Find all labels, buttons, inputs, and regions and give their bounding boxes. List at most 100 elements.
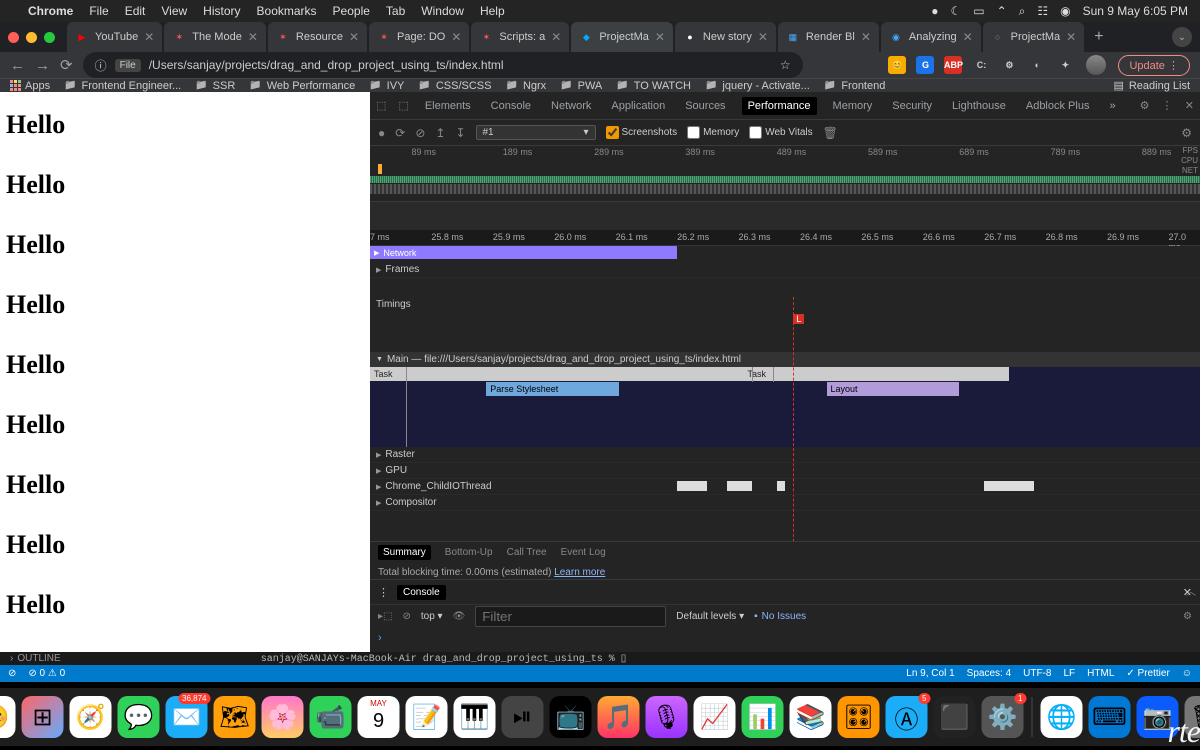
extension-icon[interactable]: ◐	[1028, 56, 1046, 74]
flame-ruler[interactable]: 7 ms25.8 ms25.9 ms26.0 ms26.1 ms26.2 ms2…	[370, 230, 1200, 246]
load-button[interactable]: ↥	[435, 126, 445, 140]
tab-close-icon[interactable]: ✕	[451, 30, 461, 44]
console-filter-input[interactable]	[475, 606, 666, 627]
menu-people[interactable]: People	[333, 4, 370, 18]
timings-track[interactable]: Timings	[370, 296, 1200, 312]
dock-app-icon[interactable]: 📚	[790, 696, 832, 738]
console-settings-icon[interactable]: ⚙	[1183, 611, 1192, 622]
menu-bookmarks[interactable]: Bookmarks	[257, 4, 317, 18]
vscode-outline[interactable]: › OUTLINE	[10, 653, 61, 664]
bookmark-folder[interactable]: TO WATCH	[616, 80, 691, 92]
dock-app-icon[interactable]: Ⓐ5	[886, 696, 928, 738]
overview-timeline[interactable]: 89 ms189 ms289 ms389 ms489 ms589 ms689 m…	[370, 146, 1200, 202]
vscode-spaces[interactable]: Spaces: 4	[967, 668, 1011, 679]
close-window-button[interactable]	[8, 32, 19, 43]
dock-app-icon[interactable]: ⌨	[1089, 696, 1131, 738]
dock-app-icon[interactable]: 💬	[118, 696, 160, 738]
dock-app-icon[interactable]: ⚙️1	[982, 696, 1024, 738]
vscode-terminal[interactable]: sanjay@SANJAYs-MacBook-Air drag_and_drop…	[261, 653, 627, 665]
dock-app-icon[interactable]: 🧭	[70, 696, 112, 738]
menubar-app[interactable]: Chrome	[28, 4, 73, 18]
browser-tab[interactable]: ✶Page: DO✕	[369, 22, 469, 52]
extension-icon[interactable]: 😊	[888, 56, 906, 74]
dock-app-icon[interactable]: 🎙	[646, 696, 688, 738]
back-button[interactable]: ←	[10, 57, 25, 74]
extension-icon[interactable]: ⚙	[1000, 56, 1018, 74]
devtools-menu-icon[interactable]: ⋮	[1161, 99, 1172, 112]
dock-app-icon[interactable]: 🌸	[262, 696, 304, 738]
extension-icon[interactable]: ✦	[1056, 56, 1074, 74]
vscode-prettier[interactable]: ✓ Prettier	[1126, 668, 1169, 679]
inspect-icon[interactable]: ⬚	[376, 99, 386, 112]
eye-icon[interactable]: 👁	[453, 611, 466, 622]
devtools-panel-tab[interactable]: Sources	[681, 94, 729, 118]
devtools-settings-icon[interactable]: ⚙	[1140, 99, 1150, 112]
vscode-lang[interactable]: HTML	[1087, 668, 1114, 679]
task-bar-1[interactable]: Task	[370, 367, 744, 381]
task-bar-2[interactable]: Task	[744, 367, 1010, 381]
apps-button[interactable]: Apps	[10, 80, 50, 92]
minimize-window-button[interactable]	[26, 32, 37, 43]
dock-app-icon[interactable]: ⏯	[502, 696, 544, 738]
dock-app-icon[interactable]: ⬛	[934, 696, 976, 738]
tab-close-icon[interactable]: ✕	[248, 30, 258, 44]
status-icon[interactable]: ●	[931, 4, 938, 18]
menu-history[interactable]: History	[203, 4, 240, 18]
menu-help[interactable]: Help	[480, 4, 505, 18]
bookmark-folder[interactable]: jquery - Activate...	[705, 80, 810, 92]
browser-tab[interactable]: ▦Render Bl✕	[778, 22, 879, 52]
devtools-panel-tab[interactable]: Security	[888, 94, 936, 118]
context-selector[interactable]: top ▾	[421, 611, 443, 622]
screenshots-checkbox[interactable]: Screenshots	[606, 126, 678, 139]
more-panels[interactable]: »	[1105, 94, 1119, 118]
browser-tab[interactable]: ✶The Mode✕	[164, 22, 266, 52]
reading-list-button[interactable]: ▤ Reading List	[1113, 79, 1190, 92]
menu-file[interactable]: File	[89, 4, 108, 18]
browser-tab[interactable]: ●New story✕	[675, 22, 776, 52]
browser-tab[interactable]: ✶Resource✕	[268, 22, 367, 52]
extension-icon[interactable]: C:	[972, 56, 990, 74]
devtools-panel-tab[interactable]: Memory	[829, 94, 877, 118]
bookmark-star-icon[interactable]: ☆	[780, 58, 791, 72]
dock-app-icon[interactable]: 😊	[0, 696, 16, 738]
screenshot-strip[interactable]	[370, 202, 1200, 230]
tab-close-icon[interactable]: ✕	[861, 30, 871, 44]
reload-button[interactable]: ⟳	[60, 56, 73, 74]
save-button[interactable]: ↧	[455, 126, 465, 140]
vscode-cursor-pos[interactable]: Ln 9, Col 1	[906, 668, 954, 679]
wifi-icon[interactable]: ⌃	[997, 4, 1007, 18]
siri-icon[interactable]: ◉	[1060, 4, 1070, 18]
log-levels-selector[interactable]: Default levels ▾	[676, 611, 744, 622]
trash-icon[interactable]: 🗑	[823, 126, 838, 140]
vscode-remote-icon[interactable]: ⊘	[8, 668, 16, 679]
devtools-panel-tab[interactable]: Network	[547, 94, 595, 118]
browser-tab[interactable]: ✶Scripts: a✕	[471, 22, 569, 52]
bookmark-folder[interactable]: Frontend	[824, 80, 885, 92]
tab-close-icon[interactable]: ✕	[655, 30, 665, 44]
bookmark-folder[interactable]: PWA	[560, 80, 602, 92]
tab-close-icon[interactable]: ✕	[1066, 30, 1076, 44]
menu-tab[interactable]: Tab	[386, 4, 405, 18]
dnd-icon[interactable]: ☾	[950, 4, 961, 18]
reload-record-button[interactable]: ⟳	[395, 126, 405, 140]
main-track-header[interactable]: Main — file:///Users/sanjay/projects/dra…	[370, 352, 1200, 367]
frames-track[interactable]: Frames	[370, 262, 1200, 278]
menubar-clock[interactable]: Sun 9 May 6:05 PM	[1083, 4, 1188, 18]
eventlog-tab[interactable]: Event Log	[561, 547, 606, 558]
dock-app-icon[interactable]: 🎹	[454, 696, 496, 738]
menu-view[interactable]: View	[161, 4, 187, 18]
dock-app-icon[interactable]: 📺	[550, 696, 592, 738]
devtools-panel-tab[interactable]: Elements	[421, 94, 475, 118]
layout-bar[interactable]: Layout	[827, 382, 960, 396]
page-info-icon[interactable]: ⓘ	[95, 57, 107, 74]
dock-app-icon[interactable]: 🗺	[214, 696, 256, 738]
dock-app-icon[interactable]: 🎵	[598, 696, 640, 738]
tab-close-icon[interactable]: ✕	[551, 30, 561, 44]
devtools-close-icon[interactable]: ✕	[1185, 99, 1194, 112]
no-issues-badge[interactable]: ▪ No Issues	[754, 611, 806, 622]
browser-tab[interactable]: ◉Analyzing✕	[881, 22, 981, 52]
search-icon[interactable]: ⌕	[1019, 4, 1026, 19]
gpu-track[interactable]: GPU	[370, 463, 1200, 479]
dock-app-icon[interactable]: 📈	[694, 696, 736, 738]
bookmark-folder[interactable]: Web Performance	[249, 80, 355, 92]
